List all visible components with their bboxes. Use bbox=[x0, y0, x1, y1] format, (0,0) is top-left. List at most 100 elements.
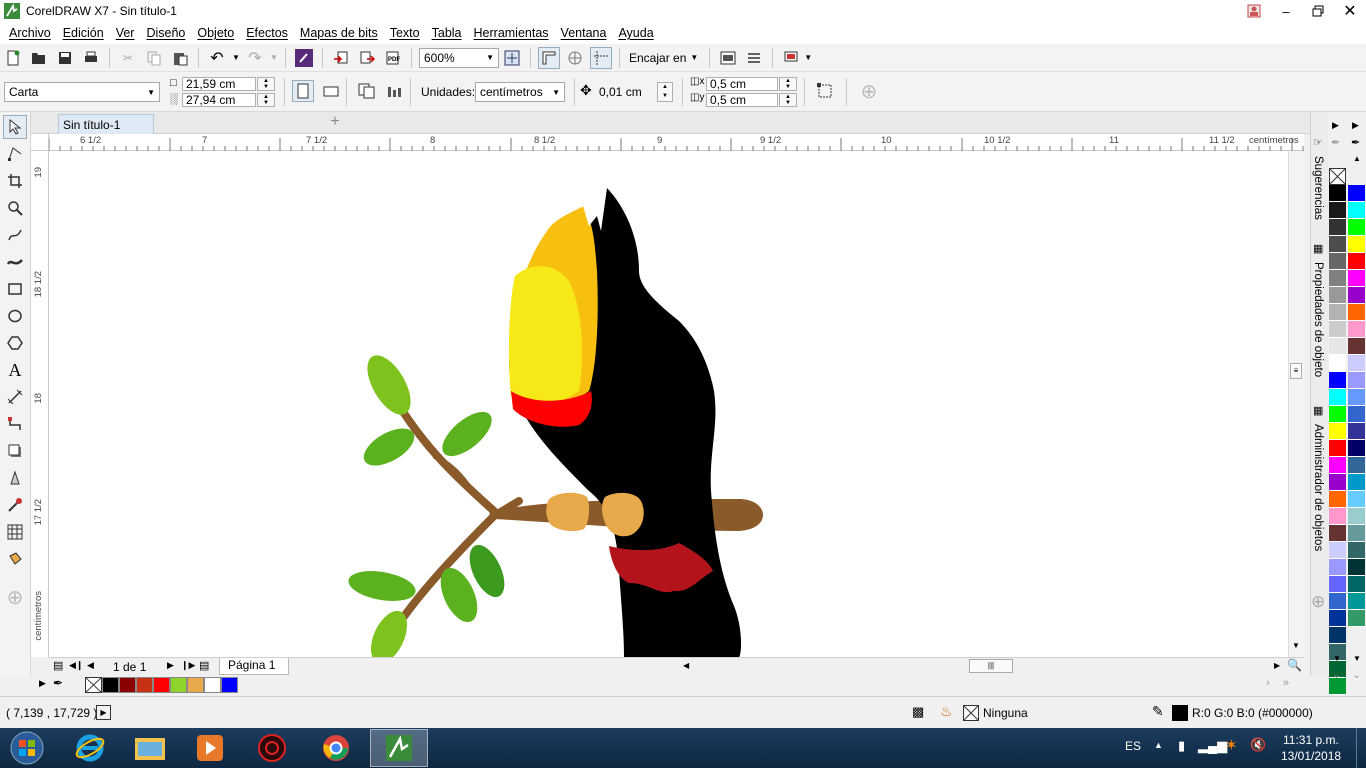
doc-palette-swatch[interactable] bbox=[153, 677, 170, 693]
vertical-ruler[interactable]: 19 18 1/2 18 17 1/2 centímetros bbox=[31, 151, 49, 657]
palette-col2-swatch[interactable] bbox=[1348, 372, 1365, 389]
menu-ventana[interactable]: Ventana bbox=[555, 26, 613, 40]
toucan-illustration[interactable] bbox=[49, 151, 1304, 657]
user-icon[interactable] bbox=[1238, 0, 1270, 22]
zoom-navigator-icon[interactable]: 🔍 bbox=[1287, 658, 1302, 672]
palette-col2-swatch[interactable] bbox=[1348, 542, 1365, 559]
clock-date[interactable]: 13/01/2018 bbox=[1281, 749, 1341, 763]
palette-col1-swatch[interactable] bbox=[1329, 525, 1346, 542]
security-app-icon[interactable] bbox=[244, 729, 300, 767]
outline-pen-icon[interactable]: ✎ bbox=[1152, 703, 1164, 720]
undo-icon[interactable]: ↶ bbox=[206, 47, 228, 69]
menu-herramientas[interactable]: Herramientas bbox=[468, 26, 555, 40]
palette-col2-swatch[interactable] bbox=[1348, 253, 1365, 270]
nudge-distance-field[interactable]: 0,01 cm bbox=[596, 82, 656, 102]
minimize-button[interactable]: – bbox=[1270, 0, 1302, 22]
duplicate-y-field[interactable]: 0,5 cm bbox=[706, 93, 778, 107]
page-tab-1[interactable]: Página 1 bbox=[219, 658, 289, 675]
zoom-tool-icon[interactable] bbox=[3, 196, 27, 220]
application-launcher-icon[interactable] bbox=[780, 47, 802, 69]
crop-tool-icon[interactable] bbox=[3, 169, 27, 193]
add-docker-icon[interactable]: ⊕ bbox=[1311, 592, 1325, 612]
language-indicator[interactable]: ES bbox=[1125, 739, 1141, 753]
docker-tab-sugerencias[interactable]: Sugerencias bbox=[1312, 156, 1324, 220]
palette-col1-swatch[interactable] bbox=[1329, 491, 1346, 508]
palette-col1-swatch[interactable] bbox=[1329, 423, 1346, 440]
palette-col2-swatch[interactable] bbox=[1348, 576, 1365, 593]
palette-col1-swatch[interactable] bbox=[1329, 287, 1346, 304]
palette-col1-swatch[interactable] bbox=[1329, 253, 1346, 270]
status-play-icon[interactable]: ▶ bbox=[96, 705, 111, 720]
palette-col1-swatch[interactable] bbox=[1329, 610, 1346, 627]
palette-col2-swatch[interactable] bbox=[1348, 593, 1365, 610]
coreldraw-taskbar-icon[interactable] bbox=[370, 729, 428, 767]
first-page-icon[interactable]: ◀❙ bbox=[69, 660, 83, 671]
doc-palette-swatch[interactable] bbox=[204, 677, 221, 693]
freehand-tool-icon[interactable] bbox=[3, 223, 27, 247]
object-manager-icon[interactable]: ▦ bbox=[1313, 404, 1323, 417]
clock-time[interactable]: 11:31 p.m. bbox=[1283, 733, 1339, 747]
menu-edicion[interactable]: Edición bbox=[57, 26, 110, 40]
palette-col1-swatch[interactable] bbox=[1329, 202, 1346, 219]
palette-col2-swatch[interactable] bbox=[1348, 287, 1365, 304]
redo-icon[interactable]: ↷ bbox=[244, 47, 266, 69]
palette-col2-swatch[interactable] bbox=[1348, 474, 1365, 491]
palette-col2-swatch[interactable] bbox=[1348, 508, 1365, 525]
copy-icon[interactable] bbox=[143, 47, 165, 69]
next-page-icon[interactable]: ▶ bbox=[167, 660, 174, 671]
cut-icon[interactable]: ✂ bbox=[117, 47, 139, 69]
portrait-icon[interactable] bbox=[292, 80, 314, 102]
toucan-foot-right[interactable] bbox=[602, 492, 644, 537]
doc-palette-none-swatch[interactable] bbox=[85, 677, 102, 693]
docker-tab-administrador[interactable]: Administrador de objetos bbox=[1312, 424, 1324, 551]
palette-col1-swatch[interactable] bbox=[1329, 185, 1346, 202]
units-select[interactable]: centímetros ▼ bbox=[475, 82, 565, 102]
palette-col2-swatch[interactable] bbox=[1348, 304, 1365, 321]
text-tool-icon[interactable]: A bbox=[3, 358, 27, 382]
welcome-screen-icon[interactable] bbox=[717, 47, 739, 69]
palette-col1-swatch[interactable] bbox=[1329, 440, 1346, 457]
palette-col1-swatch[interactable] bbox=[1329, 457, 1346, 474]
hscroll-thumb[interactable]: ||| bbox=[969, 659, 1013, 673]
palette-eyedropper-icon[interactable]: ✒ bbox=[1331, 136, 1340, 149]
menu-objeto[interactable]: Objeto bbox=[191, 26, 240, 40]
connector-tool-icon[interactable] bbox=[3, 412, 27, 436]
palette-col2-swatch[interactable] bbox=[1348, 457, 1365, 474]
options-icon[interactable] bbox=[743, 47, 765, 69]
redo-dropdown-icon[interactable]: ▼ bbox=[270, 47, 278, 69]
menu-ver[interactable]: Ver bbox=[110, 26, 141, 40]
snap-dropdown-icon[interactable]: ▼ bbox=[690, 53, 698, 62]
nudge-spinner[interactable]: ▲ ▼ bbox=[657, 82, 673, 102]
search-content-icon[interactable] bbox=[293, 47, 315, 69]
transparency-tool-icon[interactable] bbox=[3, 466, 27, 490]
ruler-origin[interactable] bbox=[31, 134, 49, 151]
palette-col2-swatch[interactable] bbox=[1348, 321, 1365, 338]
undo-dropdown-icon[interactable]: ▼ bbox=[232, 47, 240, 69]
eyedropper-tool-icon[interactable] bbox=[3, 493, 27, 517]
palette2-scroll-up-icon[interactable]: ▲ bbox=[1353, 154, 1361, 163]
last-page-icon[interactable]: ❙▶ bbox=[181, 660, 195, 671]
doc-palette-swatch[interactable] bbox=[221, 677, 238, 693]
duplicate-x-spinner[interactable]: ▲ ▼ bbox=[779, 77, 797, 91]
pick-tool-icon[interactable] bbox=[3, 115, 27, 139]
fill-status-icon[interactable]: ▩ bbox=[912, 704, 924, 720]
palette-none-swatch[interactable] bbox=[1329, 168, 1346, 185]
hscroll-right-icon[interactable]: ▶ bbox=[1274, 661, 1280, 670]
full-screen-preview-icon[interactable] bbox=[501, 47, 523, 69]
palette-expand-icon[interactable]: ⌄ bbox=[1332, 668, 1341, 681]
add-page-before-icon[interactable]: ▤ bbox=[53, 659, 63, 672]
palette-col1-swatch[interactable] bbox=[1329, 474, 1346, 491]
launcher-dropdown-icon[interactable]: ▼ bbox=[804, 53, 812, 62]
shape-tool-icon[interactable] bbox=[3, 142, 27, 166]
palette-col2-swatch[interactable] bbox=[1348, 559, 1365, 576]
dimension-tool-icon[interactable] bbox=[3, 385, 27, 409]
network-icon[interactable]: ▂▄▆ bbox=[1198, 738, 1227, 754]
palette2-arrow-icon[interactable]: ▶ bbox=[1352, 120, 1359, 131]
hscroll-left-icon[interactable]: ◀ bbox=[683, 661, 689, 670]
tab-sin-titulo-1[interactable]: Sin título-1 bbox=[58, 114, 154, 134]
palette-col1-swatch[interactable] bbox=[1329, 406, 1346, 423]
palette-col2-swatch[interactable] bbox=[1348, 525, 1365, 542]
leaf-4[interactable] bbox=[346, 566, 418, 605]
current-page-icon[interactable] bbox=[384, 80, 406, 102]
doc-palette-arrow-icon[interactable]: ▶ bbox=[39, 678, 46, 689]
